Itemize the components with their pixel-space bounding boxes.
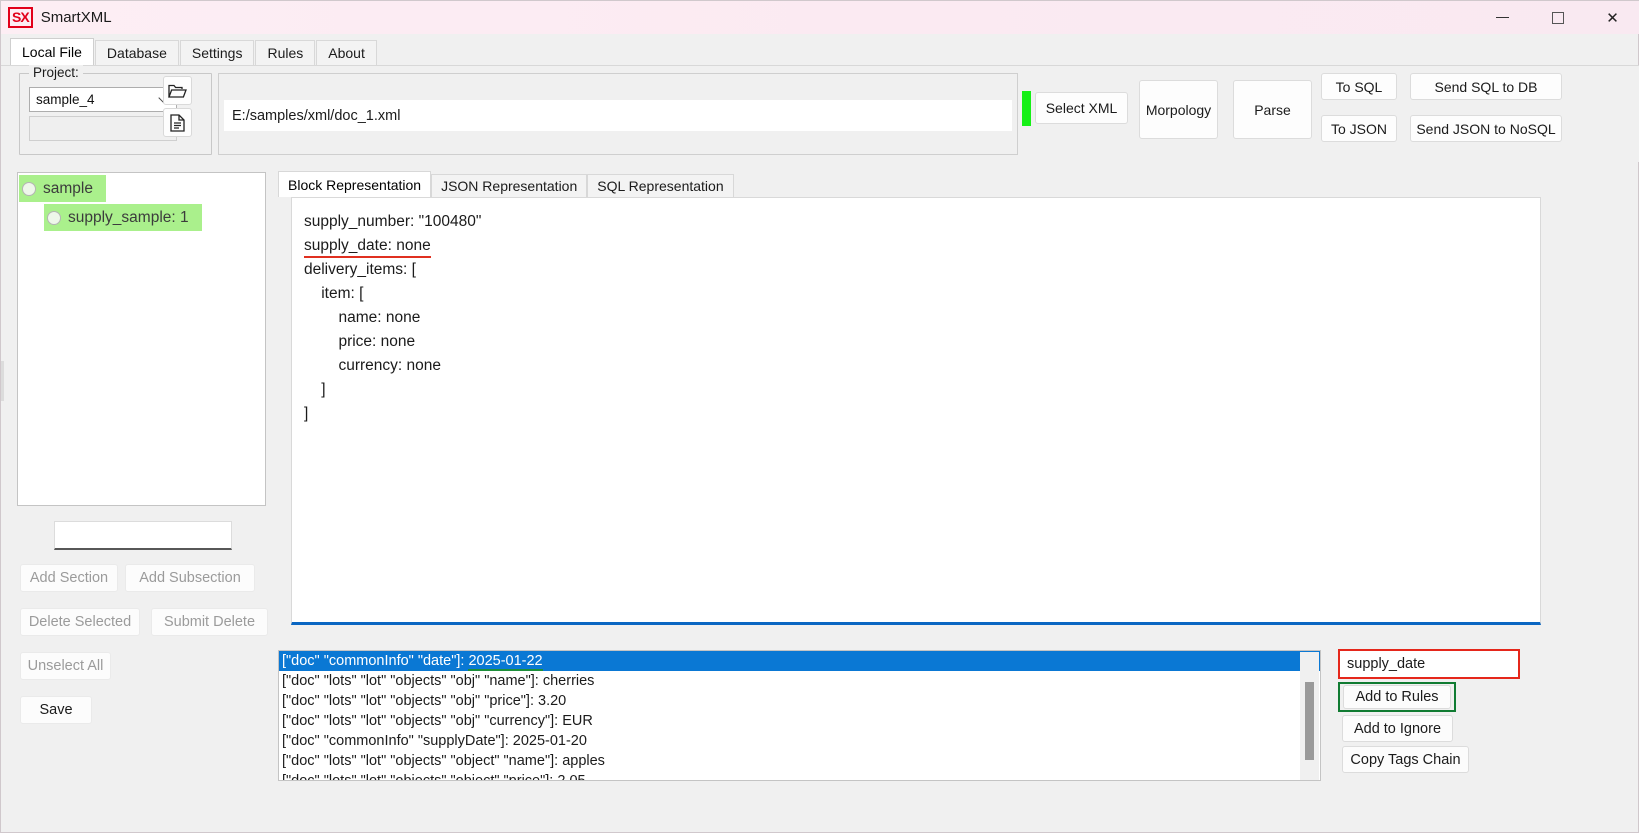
status-indicator [1022, 91, 1031, 126]
list-item-value: apples [562, 753, 605, 769]
send-json-to-nosql-button[interactable]: Send JSON to NoSQL [1410, 115, 1562, 142]
save-button[interactable]: Save [20, 696, 92, 724]
block-line: price: none [304, 333, 416, 350]
tab-database[interactable]: Database [94, 40, 179, 65]
list-item-value: 2.05 [557, 773, 586, 781]
tab-block-representation[interactable]: Block Representation [278, 171, 432, 197]
tab-local-file[interactable]: Local File [10, 38, 94, 65]
list-item[interactable]: ["doc" "lots" "lot" "objects" "obj" "nam… [279, 671, 1320, 691]
project-select[interactable]: sample_4 [29, 87, 177, 112]
copy-tags-chain-button[interactable]: Copy Tags Chain [1342, 746, 1469, 773]
application-window: SX SmartXML ✕ Local File Database Settin… [0, 0, 1639, 833]
structure-tree[interactable]: sample supply_sample: 1 [17, 172, 266, 506]
maximize-icon[interactable] [1530, 1, 1585, 34]
parse-button[interactable]: Parse [1233, 80, 1312, 139]
list-item-path: ["doc" "lots" "lot" "objects" "obj" "cur… [282, 713, 563, 729]
minimize-icon[interactable] [1475, 1, 1530, 34]
close-icon[interactable]: ✕ [1585, 1, 1639, 34]
block-line: currency: none [304, 357, 441, 374]
block-representation-view[interactable]: supply_number: "100480" supply_date: non… [291, 197, 1541, 625]
tree-node-supply-sample[interactable]: supply_sample: 1 [44, 204, 202, 231]
document-icon [170, 113, 185, 132]
file-path-input[interactable]: E:/samples/xml/doc_1.xml [224, 100, 1012, 131]
list-item-value: 2025-01-20 [512, 733, 587, 749]
tab-about[interactable]: About [316, 40, 377, 65]
delete-selected-button[interactable]: Delete Selected [20, 608, 140, 636]
app-title: SmartXML [40, 9, 112, 26]
block-line: item: [ [304, 285, 364, 302]
add-to-rules-button[interactable]: Add to Rules [1343, 685, 1451, 709]
block-line: supply_number: "100480" [304, 213, 482, 230]
tag-path-list[interactable]: ["doc" "commonInfo" "date"]: 2025-01-22 … [278, 650, 1321, 781]
new-document-button[interactable] [163, 108, 192, 137]
tree-node-label: sample [43, 179, 93, 197]
to-json-button[interactable]: To JSON [1321, 115, 1397, 142]
tab-settings[interactable]: Settings [179, 40, 255, 65]
list-scrollbar-thumb[interactable] [1305, 682, 1314, 760]
list-item-value: 3.20 [538, 693, 567, 709]
list-item[interactable]: ["doc" "commonInfo" "date"]: 2025-01-22 [279, 651, 1320, 671]
add-to-rules-highlight: Add to Rules [1338, 682, 1456, 712]
add-section-button[interactable]: Add Section [20, 564, 118, 592]
add-to-ignore-button[interactable]: Add to Ignore [1342, 715, 1453, 742]
list-scrollbar[interactable] [1300, 652, 1319, 780]
app-logo-icon: SX [8, 7, 33, 28]
list-item-path: ["doc" "lots" "lot" "objects" "obj" "nam… [282, 673, 543, 689]
add-subsection-button[interactable]: Add Subsection [125, 564, 255, 592]
window-edge-handle [1, 361, 4, 401]
project-select-value: sample_4 [36, 92, 95, 107]
block-line: name: none [304, 309, 421, 326]
tab-json-representation[interactable]: JSON Representation [431, 174, 588, 197]
list-item[interactable]: ["doc" "lots" "lot" "objects" "obj" "pri… [279, 691, 1320, 711]
list-item-path: ["doc" "commonInfo" "supplyDate"]: [282, 733, 513, 749]
main-tab-bar: Local File Database Settings Rules About [10, 38, 378, 65]
window-controls: ✕ [1475, 1, 1639, 34]
send-sql-to-db-button[interactable]: Send SQL to DB [1410, 73, 1562, 100]
morphology-button[interactable]: Morpology [1139, 80, 1218, 139]
section-name-input[interactable] [54, 521, 232, 550]
list-item-value: cherries [542, 673, 595, 689]
list-item[interactable]: ["doc" "lots" "lot" "objects" "obj" "cur… [279, 711, 1320, 731]
submit-delete-button[interactable]: Submit Delete [151, 608, 268, 636]
representation-tab-bar: Block Representation JSON Representation… [278, 171, 734, 197]
folder-open-icon [168, 84, 187, 98]
tree-node-label: supply_sample: 1 [68, 208, 189, 226]
block-line-highlighted: supply_date: none [304, 234, 431, 258]
open-folder-button[interactable] [163, 76, 192, 105]
list-item-path: ["doc" "commonInfo" "date"]: [282, 653, 469, 669]
list-item[interactable]: ["doc" "lots" "lot" "objects" "object" "… [279, 771, 1320, 781]
to-sql-button[interactable]: To SQL [1321, 73, 1397, 100]
list-item-path: ["doc" "lots" "lot" "objects" "object" "… [282, 753, 563, 769]
block-line: ] [304, 381, 326, 398]
block-line: delivery_items: [ [304, 261, 416, 278]
project-subfield[interactable] [29, 116, 177, 141]
block-line: ] [304, 405, 309, 422]
tree-node-bullet-icon [22, 181, 36, 196]
list-item[interactable]: ["doc" "lots" "lot" "objects" "object" "… [279, 751, 1320, 771]
tab-rules[interactable]: Rules [255, 40, 316, 65]
project-group-label: Project: [29, 65, 83, 80]
tab-sql-representation[interactable]: SQL Representation [587, 174, 734, 197]
tree-node-sample[interactable]: sample [19, 175, 106, 202]
tree-node-bullet-icon [47, 210, 61, 225]
unselect-all-button[interactable]: Unselect All [20, 652, 111, 680]
list-item-value: 2025-01-22 [468, 653, 543, 671]
select-xml-button[interactable]: Select XML [1035, 92, 1128, 124]
list-item-value: EUR [562, 713, 593, 729]
title-bar: SX SmartXML ✕ [1, 1, 1639, 34]
tag-name-input[interactable]: supply_date [1338, 649, 1520, 679]
list-item-path: ["doc" "lots" "lot" "objects" "obj" "pri… [282, 693, 539, 709]
list-item[interactable]: ["doc" "commonInfo" "supplyDate"]: 2025-… [279, 731, 1320, 751]
list-item-path: ["doc" "lots" "lot" "objects" "object" "… [282, 773, 558, 781]
file-path-container: E:/samples/xml/doc_1.xml [218, 73, 1018, 155]
